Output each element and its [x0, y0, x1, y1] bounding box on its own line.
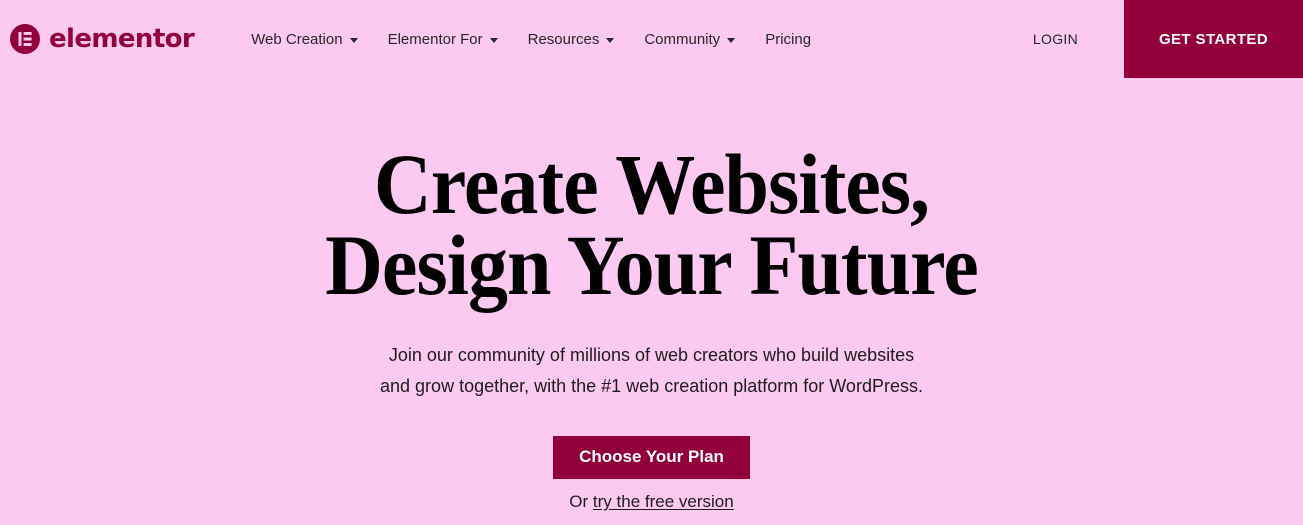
- chevron-down-icon: [489, 37, 498, 43]
- nav-label: Community: [644, 30, 721, 48]
- nav-item-pricing[interactable]: Pricing: [765, 32, 811, 47]
- nav-label: Web Creation: [251, 30, 343, 48]
- headline-line-2: Design Your Future: [325, 216, 979, 313]
- nav-label: Resources: [527, 30, 600, 48]
- site-header: elementor Web Creation Elementor For Res…: [0, 0, 1303, 78]
- hero-cta-group: Choose Your Plan Or try the free version: [0, 435, 1303, 512]
- chevron-down-icon: [606, 37, 615, 43]
- elementor-logo-icon: [10, 24, 40, 54]
- primary-navigation: Web Creation Elementor For Resources Com…: [251, 32, 811, 47]
- subtitle-line-1: Join our community of millions of web cr…: [388, 344, 915, 365]
- choose-your-plan-button[interactable]: Choose Your Plan: [553, 435, 750, 479]
- nav-item-community[interactable]: Community: [644, 30, 736, 48]
- try-free-version-link[interactable]: try the free version: [593, 492, 734, 511]
- login-link[interactable]: LOGIN: [1033, 31, 1078, 47]
- nav-item-elementor-for[interactable]: Elementor For: [388, 32, 498, 47]
- header-actions: LOGIN GET STARTED: [1033, 0, 1303, 78]
- subtitle-line-2: and grow together, with the #1 web creat…: [380, 375, 923, 396]
- hero-section: Create Websites, Design Your Future Join…: [0, 78, 1303, 512]
- logo-home-link[interactable]: elementor: [10, 24, 195, 54]
- nav-label: Pricing: [765, 30, 812, 48]
- hero-subtitle: Join our community of millions of web cr…: [0, 340, 1303, 402]
- nav-item-resources[interactable]: Resources: [528, 32, 615, 47]
- get-started-button[interactable]: GET STARTED: [1124, 0, 1303, 78]
- page-title: Create Websites, Design Your Future: [46, 136, 1258, 313]
- chevron-down-icon: [349, 37, 358, 43]
- chevron-down-icon: [727, 37, 736, 43]
- free-version-prefix: Or: [569, 491, 593, 511]
- logo-wordmark: elementor: [49, 24, 195, 54]
- headline-line-1: Create Websites,: [373, 136, 930, 232]
- free-version-line: Or try the free version: [0, 492, 1303, 512]
- nav-item-web-creation[interactable]: Web Creation: [251, 30, 358, 48]
- nav-label: Elementor For: [387, 30, 483, 48]
